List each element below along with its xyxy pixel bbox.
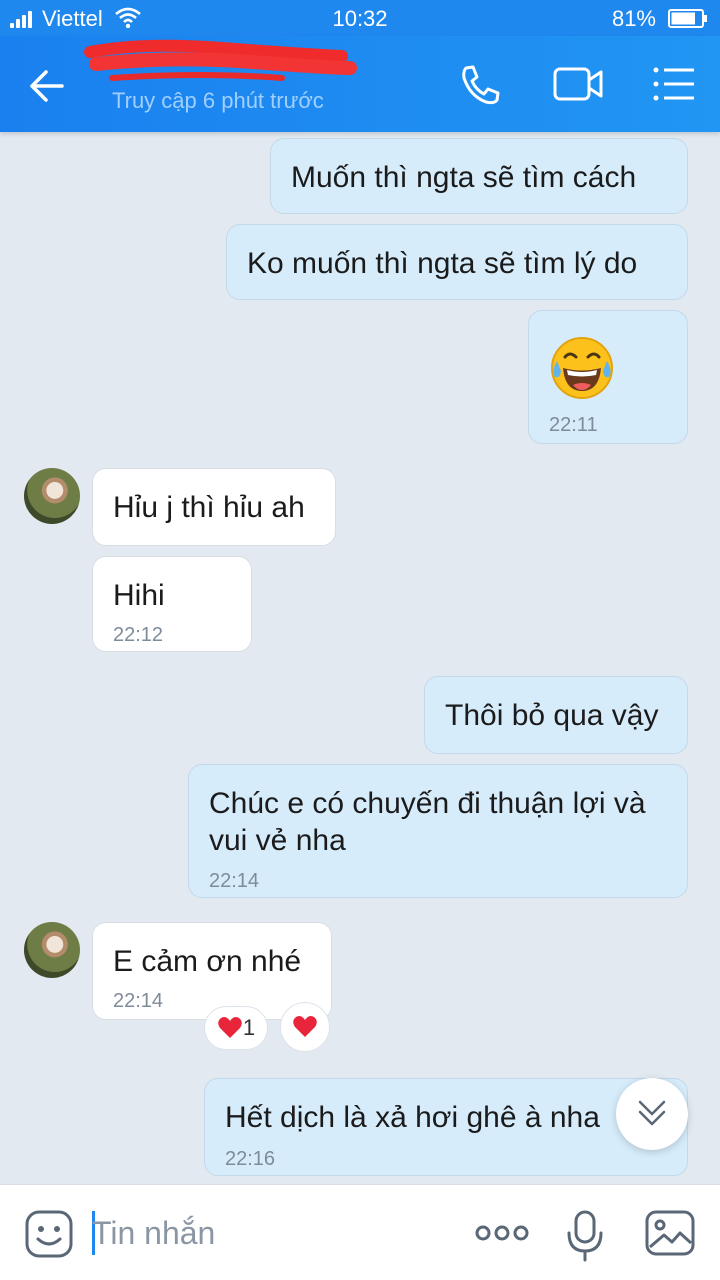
double-chevron-down-icon <box>638 1100 666 1126</box>
heart-icon <box>293 1016 317 1037</box>
message-bubble-outgoing[interactable]: Chúc e có chuyến đi thuận lợi và vui vẻ … <box>188 764 688 898</box>
reaction-count-chip[interactable]: 1 <box>204 1006 268 1050</box>
reaction-count: 1 <box>242 1015 256 1040</box>
message-text: Ko muốn thì ngta sẽ tìm lý do <box>247 247 638 280</box>
message-text: Thôi bỏ qua vậy <box>445 699 659 732</box>
contact-avatar[interactable] <box>24 468 80 524</box>
menu-list-icon[interactable] <box>648 62 700 106</box>
message-text: Chúc e có chuyến đi thuận lợi và vui vẻ … <box>209 787 646 857</box>
heart-icon <box>218 1017 242 1038</box>
video-camera-icon[interactable] <box>552 62 604 106</box>
message-bubble-outgoing[interactable]: Muốn thì ngta sẽ tìm cách <box>270 138 688 214</box>
message-timestamp: 22:16 <box>225 1148 276 1170</box>
back-arrow-icon[interactable] <box>28 64 82 108</box>
contact-name-redacted <box>84 39 357 81</box>
message-bubble-incoming[interactable]: Hihi 22:12 <box>92 556 252 652</box>
message-timestamp: 22:14 <box>113 990 164 1012</box>
message-list[interactable]: Muốn thì ngta sẽ tìm cách Ko muốn thì ng… <box>0 132 720 1184</box>
image-gallery-icon[interactable] <box>644 1209 696 1257</box>
add-reaction-button[interactable] <box>280 1002 330 1052</box>
message-timestamp: 22:11 <box>549 414 598 436</box>
message-composer <box>0 1184 720 1280</box>
message-bubble-outgoing[interactable]: Thôi bỏ qua vậy <box>424 676 688 754</box>
last-seen-status: Truy cập 6 phút trước <box>112 88 324 113</box>
message-text: Hết dịch là xả hơi ghê à nha <box>225 1101 600 1134</box>
phone-icon[interactable] <box>456 62 508 106</box>
message-bubble-outgoing[interactable]: 22:11 <box>528 310 688 444</box>
message-input[interactable] <box>92 1205 452 1261</box>
message-bubble-outgoing[interactable]: Ko muốn thì ngta sẽ tìm lý do <box>226 224 688 300</box>
message-timestamp: 22:14 <box>209 870 260 892</box>
status-bar: Viettel 10:32 81% <box>0 0 720 36</box>
message-text: Hihi <box>113 579 165 612</box>
scroll-to-bottom-button[interactable] <box>616 1078 688 1150</box>
message-text: E cảm ơn nhé <box>113 945 302 978</box>
microphone-icon[interactable] <box>566 1209 604 1263</box>
message-timestamp: 22:12 <box>113 624 164 646</box>
message-bubble-incoming[interactable]: Hỉu j thì hỉu ah <box>92 468 336 546</box>
message-text: Muốn thì ngta sẽ tìm cách <box>291 161 637 194</box>
chat-header: Truy cập 6 phút trước <box>0 36 720 132</box>
battery-percent: 81% <box>611 6 656 31</box>
sticker-emoji-icon[interactable] <box>24 1209 74 1259</box>
contact-avatar[interactable] <box>24 922 80 978</box>
tears-of-joy-emoji <box>551 337 613 399</box>
battery-icon <box>668 9 707 28</box>
message-text: Hỉu j thì hỉu ah <box>113 491 305 524</box>
more-dots-icon[interactable] <box>474 1215 530 1251</box>
